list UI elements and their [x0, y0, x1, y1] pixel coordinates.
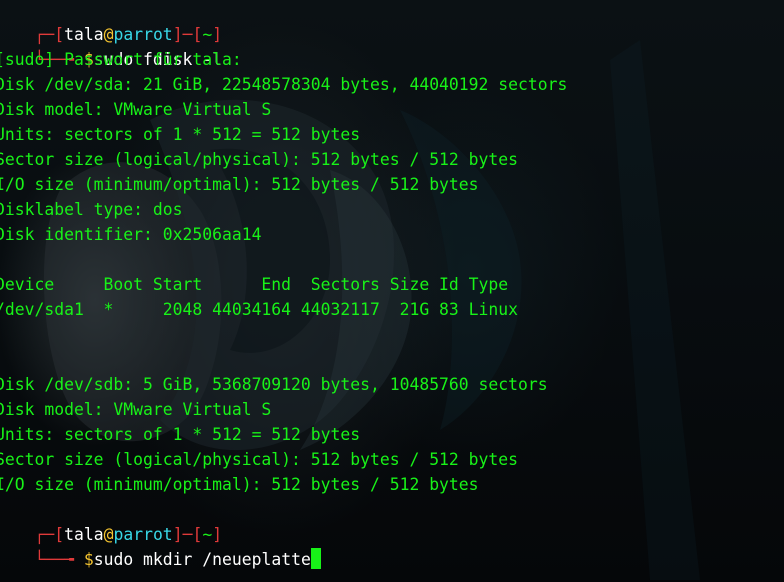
output-line: Disk /dev/sdb: 5 GiB, 5368709120 bytes, … — [0, 375, 548, 394]
output-line: Disk /dev/sda: 21 GiB, 22548578304 bytes… — [0, 75, 568, 94]
command-line-mkdir[interactable]: └──╼ $sudo mkdir /neueplatte — [0, 522, 321, 569]
output-line: I/O size (minimum/optimal): 512 bytes / … — [0, 475, 479, 494]
output-line: Disk model: VMware Virtual S — [0, 100, 272, 119]
output-line: I/O size (minimum/optimal): 512 bytes / … — [0, 175, 479, 194]
output-line: Units: sectors of 1 * 512 = 512 bytes — [0, 425, 361, 444]
sudo-password-prompt: [sudo] Passwort für tala: — [0, 50, 242, 69]
output-line: Units: sectors of 1 * 512 = 512 bytes — [0, 125, 361, 144]
output-line: Disk model: VMware Virtual S — [0, 400, 272, 419]
command-line-fdisk: └──╼ $sudo fdisk -l — [0, 22, 222, 69]
output-line: Sector size (logical/physical): 512 byte… — [0, 450, 519, 469]
partition-table-header: Device Boot Start End Sectors Size Id Ty… — [0, 275, 509, 294]
prompt-symbol: $ — [83, 550, 94, 569]
output-line: Sector size (logical/physical): 512 byte… — [0, 150, 519, 169]
block-cursor-icon — [310, 548, 321, 569]
output-line: Disk identifier: 0x2506aa14 — [0, 225, 262, 244]
prompt-bottom-corner: └── — [34, 550, 65, 569]
partition-table-row: /dev/sda1 * 2048 44034164 44032117 21G 8… — [0, 300, 519, 319]
prompt-line-top: ┌─[tala@parrot]─[~] — [0, 497, 222, 544]
prompt-line-top: ┌─[tala@parrot]─[~] — [0, 0, 222, 44]
output-line: Disklabel type: dos — [0, 200, 183, 219]
terminal-window[interactable]: ┌─[tala@parrot]─[~] └──╼ $sudo fdisk -l … — [0, 0, 784, 582]
command-input-text[interactable]: sudo mkdir /neueplatte — [94, 550, 311, 569]
prompt-arrow: ╼ — [64, 550, 74, 569]
